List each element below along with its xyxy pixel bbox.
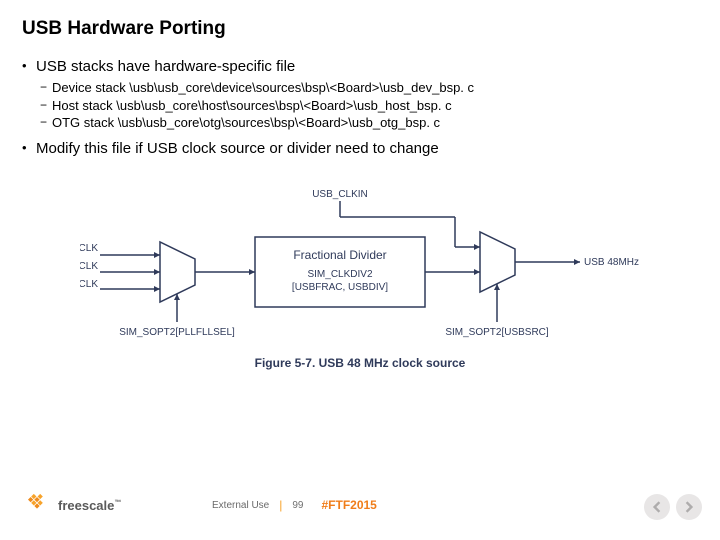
chevron-left-icon [651, 501, 663, 513]
sub-bullet: Device stack \usb\usb_core\device\source… [40, 79, 698, 97]
diagram-label: USB 48MHz [584, 257, 639, 268]
bullet-item: USB stacks have hardware-specific file D… [22, 58, 698, 132]
diagram-label: SIM_SOPT2[USBSRC] [445, 327, 549, 338]
next-button[interactable] [676, 494, 702, 520]
brand-name: freescale™ [58, 498, 121, 513]
footer-external-use: External Use [212, 500, 269, 511]
bullet-item: Modify this file if USB clock source or … [22, 140, 698, 157]
diagram-label: Fractional Divider [293, 248, 386, 262]
sub-bullet: OTG stack \usb\usb_core\otg\sources\bsp\… [40, 114, 698, 132]
diagram-label: IRC48MCLK [80, 279, 98, 290]
footer-divider: | [279, 498, 282, 512]
bullet-text: USB stacks have hardware-specific file [36, 58, 295, 75]
chevron-right-icon [683, 501, 695, 513]
footer-hashtag: #FTF2015 [322, 498, 377, 512]
sub-bullet: Host stack \usb\usb_core\host\sources\bs… [40, 97, 698, 115]
prev-button[interactable] [644, 494, 670, 520]
freescale-icon [22, 492, 52, 518]
figure-caption: Figure 5-7. USB 48 MHz clock source [80, 356, 640, 370]
slide-number: 99 [292, 500, 303, 511]
diagram-label: MCGFLLCLK [80, 243, 98, 254]
brand-logo: freescale™ [22, 492, 121, 518]
diagram-label: SIM_CLKDIV2 [307, 269, 372, 280]
diagram-label: MCGPLLCLK [80, 261, 98, 272]
diagram-label: SIM_SOPT2[PLLFLLSEL] [119, 327, 235, 338]
page-title: USB Hardware Porting [22, 18, 698, 40]
clock-diagram: MCGFLLCLK MCGPLLCLK IRC48MCLK SIM_SOPT2[… [80, 177, 640, 370]
diagram-label: USB_CLKIN [312, 189, 368, 200]
diagram-label: [USBFRAC, USBDIV] [292, 282, 388, 293]
